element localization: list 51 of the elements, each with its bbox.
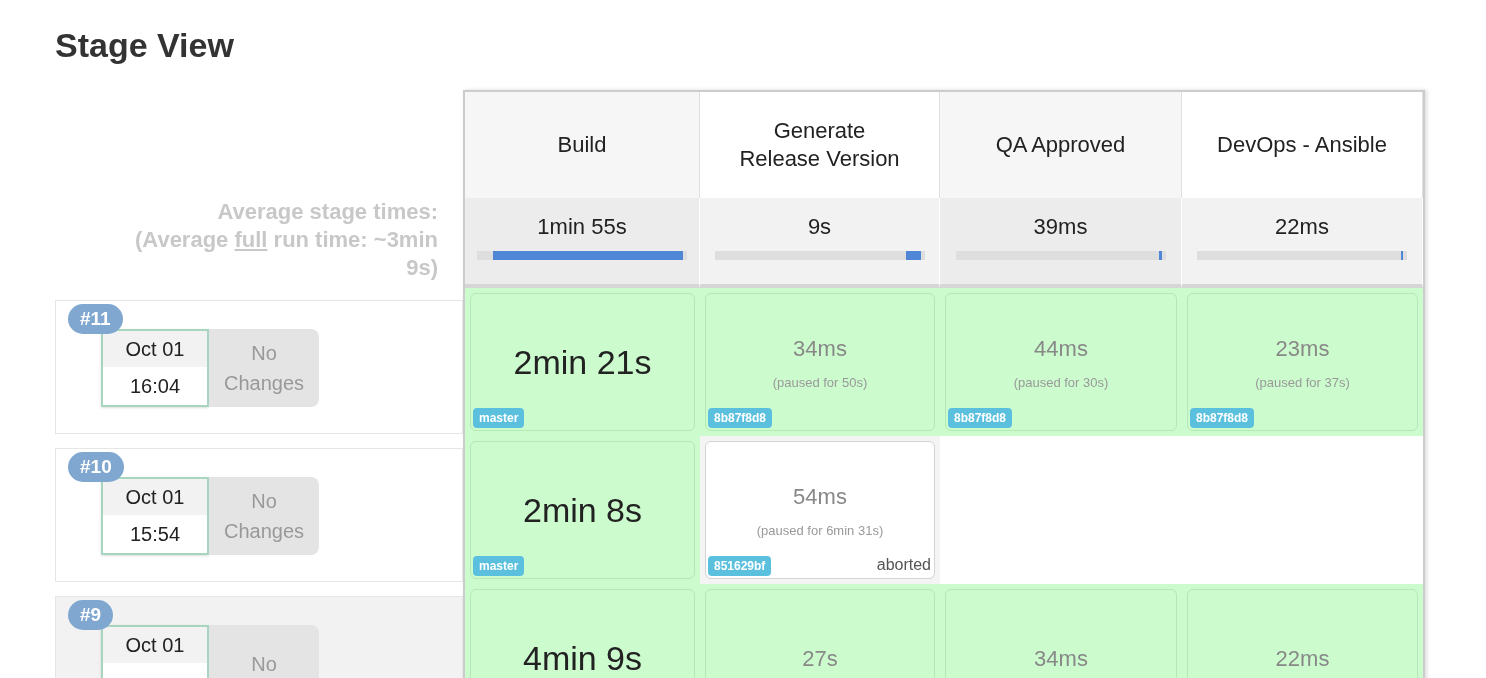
commit-tag: 8b87f8d8: [948, 408, 1013, 428]
stage-duration: 34ms: [793, 334, 847, 363]
stage-cell[interactable]: 34ms (paused for 50s) 8b87f8d8: [705, 293, 935, 431]
stage-duration: 44ms: [1034, 334, 1088, 363]
stage-cell[interactable]: 23ms (paused for 37s) 8b87f8d8: [1187, 293, 1418, 431]
stage-cell[interactable]: 22ms: [1187, 589, 1418, 678]
stage-duration: 22ms: [1275, 644, 1330, 673]
commit-tag: 8b87f8d8: [1190, 408, 1255, 428]
stage-duration: 2min 21s: [513, 341, 652, 383]
stage-duration: 34ms: [1034, 644, 1088, 673]
stage-name: DevOps - Ansible: [1216, 131, 1388, 159]
build-number-badge[interactable]: #10: [68, 452, 124, 482]
commit-tag: master: [473, 408, 525, 428]
average-time: 1min 55s: [537, 213, 627, 241]
stage-cell[interactable]: 2min 8s master: [470, 441, 695, 579]
average-time: 39ms: [1033, 213, 1088, 241]
build-date: Oct 01: [103, 627, 207, 663]
commit-tag: 8b87f8d8: [708, 408, 773, 428]
stage-name: Generate Release Version: [738, 117, 901, 173]
stage-name: Build: [556, 131, 608, 159]
paused-note: (paused for 50s): [772, 373, 868, 392]
build-time: 15:54: [128, 522, 182, 547]
paused-note: (paused for 37s): [1255, 373, 1350, 392]
stage-duration: 54ms: [793, 482, 847, 511]
status-label: aborted: [876, 555, 931, 575]
stage-duration: 2min 8s: [522, 489, 643, 531]
stage-duration: 27s: [802, 644, 838, 673]
commit-tag: master: [473, 556, 525, 576]
build-number-badge[interactable]: #9: [68, 600, 114, 630]
stage-duration: 23ms: [1275, 334, 1330, 363]
average-time: 9s: [807, 213, 832, 241]
average-time: 22ms: [1275, 213, 1329, 241]
build-time: 16:04: [128, 374, 182, 399]
changes-label[interactable]: No Changes: [209, 477, 319, 555]
changes-label[interactable]: No Changes: [209, 329, 319, 407]
paused-note: (paused for 30s): [1013, 373, 1109, 392]
stage-cell[interactable]: 54ms (paused for 6min 31s) 851629bf aborted: [705, 441, 935, 579]
stage-name: QA Approved: [994, 131, 1127, 159]
stage-cell[interactable]: 2min 21s master: [470, 293, 695, 431]
stage-duration: 4min 9s: [522, 637, 643, 678]
build-date: Oct 01: [103, 331, 207, 367]
stage-cell[interactable]: 27s: [705, 589, 935, 678]
page-title: Stage View: [55, 25, 234, 66]
changes-label[interactable]: No: [209, 625, 319, 678]
stage-cell[interactable]: 44ms (paused for 30s) 8b87f8d8: [945, 293, 1177, 431]
commit-tag: 851629bf: [708, 556, 772, 576]
stage-cell[interactable]: 4min 9s: [470, 589, 695, 678]
build-number-badge[interactable]: #11: [68, 304, 123, 334]
stage-cell[interactable]: 34ms: [945, 589, 1177, 678]
paused-note: (paused for 6min 31s): [756, 521, 884, 540]
build-date: Oct 01: [103, 479, 207, 515]
